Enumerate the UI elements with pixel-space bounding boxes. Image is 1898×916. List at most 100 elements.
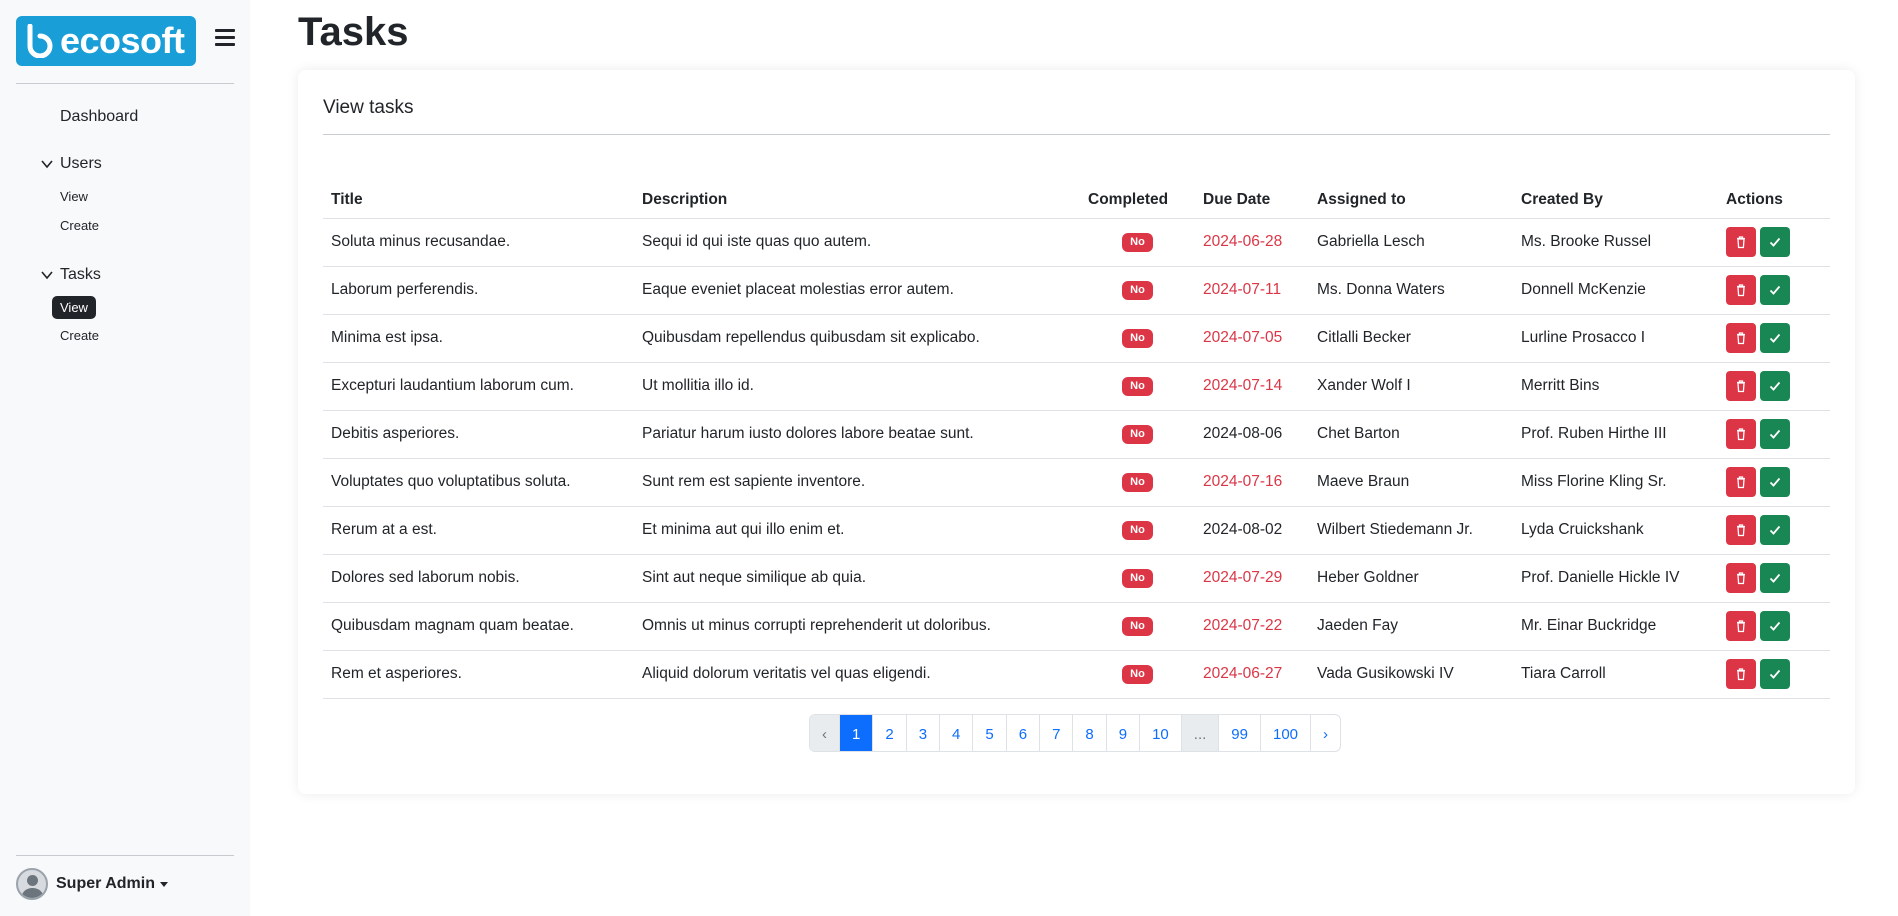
check-icon <box>1768 379 1782 393</box>
logo-mark-icon <box>27 24 53 58</box>
table-row: Soluta minus recusandae. Sequi id qui ist… <box>323 218 1830 267</box>
check-icon <box>1768 475 1782 489</box>
complete-button[interactable] <box>1760 227 1790 257</box>
delete-button[interactable] <box>1726 275 1756 305</box>
complete-button[interactable] <box>1760 515 1790 545</box>
table-row: Minima est ipsa. Quibusdam repellendus qu… <box>323 314 1830 363</box>
pagination-page-99[interactable]: 99 <box>1218 715 1260 751</box>
complete-button[interactable] <box>1760 563 1790 593</box>
tasks-card: View tasks Title Description Completed D… <box>298 70 1855 794</box>
pagination-page-9[interactable]: 9 <box>1105 715 1139 751</box>
cell-due-date: 2024-06-27 <box>1195 650 1309 699</box>
sidebar-group-users[interactable]: Users <box>40 155 102 173</box>
logo: ecosoft <box>16 16 196 66</box>
delete-button[interactable] <box>1726 371 1756 401</box>
cell-actions <box>1718 650 1830 699</box>
user-menu[interactable]: Super Admin <box>16 868 168 900</box>
cell-description: Ut mollitia illo id. <box>634 362 1080 411</box>
cell-due-date: 2024-07-22 <box>1195 602 1309 651</box>
delete-button[interactable] <box>1726 563 1756 593</box>
table-row: Voluptates quo voluptatibus soluta. Sunt … <box>323 458 1830 507</box>
delete-button[interactable] <box>1726 467 1756 497</box>
sidebar-item-dashboard[interactable]: Dashboard <box>60 108 138 126</box>
cell-description: Aliquid dolorum veritatis vel quas elige… <box>634 650 1080 699</box>
complete-button[interactable] <box>1760 419 1790 449</box>
status-badge: No <box>1122 521 1153 540</box>
cell-description: Eaque eveniet placeat molestias error au… <box>634 266 1080 315</box>
cell-actions <box>1718 458 1830 507</box>
trash-icon <box>1734 523 1748 537</box>
cell-description: Omnis ut minus corrupti reprehenderit ut… <box>634 602 1080 651</box>
sidebar-group-label: Tasks <box>60 266 101 283</box>
delete-button[interactable] <box>1726 611 1756 641</box>
table-row: Dolores sed laborum nobis. Sint aut neque… <box>323 554 1830 603</box>
cell-completed: No <box>1080 554 1195 603</box>
complete-button[interactable] <box>1760 371 1790 401</box>
table-row: Laborum perferendis. Eaque eveniet placea… <box>323 266 1830 315</box>
cell-completed: No <box>1080 650 1195 699</box>
cell-created-by: Lurline Prosacco I <box>1513 314 1718 363</box>
complete-button[interactable] <box>1760 467 1790 497</box>
sidebar-group-tasks[interactable]: Tasks <box>40 266 101 284</box>
check-icon <box>1768 619 1782 633</box>
cell-due-date: 2024-07-29 <box>1195 554 1309 603</box>
cell-title: Rem et asperiores. <box>323 650 634 699</box>
cell-title: Soluta minus recusandae. <box>323 218 634 267</box>
tasks-table: Title Description Completed Due Date Ass… <box>323 182 1830 699</box>
sidebar-item-tasks-view[interactable]: View <box>52 296 96 319</box>
pagination-page-2[interactable]: 2 <box>872 715 905 751</box>
pagination-page-1[interactable]: 1 <box>839 715 873 751</box>
cell-assigned-to: Citlalli Becker <box>1309 314 1513 363</box>
cell-completed: No <box>1080 410 1195 459</box>
delete-button[interactable] <box>1726 323 1756 353</box>
caret-down-icon <box>159 881 168 887</box>
complete-button[interactable] <box>1760 323 1790 353</box>
complete-button[interactable] <box>1760 611 1790 641</box>
cell-created-by: Mr. Einar Buckridge <box>1513 602 1718 651</box>
pagination-page-3[interactable]: 3 <box>905 715 939 751</box>
status-badge: No <box>1122 665 1153 684</box>
cell-created-by: Miss Florine Kling Sr. <box>1513 458 1718 507</box>
pagination-page-7[interactable]: 7 <box>1039 715 1072 751</box>
complete-button[interactable] <box>1760 659 1790 689</box>
cell-completed: No <box>1080 266 1195 315</box>
pagination-page-10[interactable]: 10 <box>1139 715 1181 751</box>
hamburger-icon[interactable] <box>215 29 235 47</box>
pagination-ellipsis: ... <box>1180 715 1219 751</box>
sidebar: ecosoft Dashboard Users View Create Task… <box>0 0 250 916</box>
sidebar-item-users-create[interactable]: Create <box>60 218 99 233</box>
trash-icon <box>1734 331 1748 345</box>
trash-icon <box>1734 283 1748 297</box>
delete-button[interactable] <box>1726 515 1756 545</box>
cell-description: Sunt rem est sapiente inventore. <box>634 458 1080 507</box>
pagination-next[interactable]: › <box>1310 715 1340 751</box>
sidebar-divider <box>16 83 234 84</box>
complete-button[interactable] <box>1760 275 1790 305</box>
status-badge: No <box>1122 377 1153 396</box>
sidebar-item-users-view[interactable]: View <box>60 189 88 204</box>
cell-description: Sequi id qui iste quas quo autem. <box>634 218 1080 267</box>
sidebar-group-label: Users <box>60 155 102 172</box>
pagination-page-100[interactable]: 100 <box>1259 715 1310 751</box>
cell-description: Quibusdam repellendus quibusdam sit expl… <box>634 314 1080 363</box>
table-row: Quibusdam magnam quam beatae. Omnis ut mi… <box>323 602 1830 651</box>
pagination-page-4[interactable]: 4 <box>939 715 972 751</box>
pagination-page-6[interactable]: 6 <box>1005 715 1039 751</box>
cell-assigned-to: Ms. Donna Waters <box>1309 266 1513 315</box>
check-icon <box>1768 331 1782 345</box>
cell-completed: No <box>1080 218 1195 267</box>
check-icon <box>1768 523 1782 537</box>
pagination-page-5[interactable]: 5 <box>972 715 1005 751</box>
column-header-assigned-to: Assigned to <box>1309 182 1513 219</box>
cell-assigned-to: Vada Gusikowski IV <box>1309 650 1513 699</box>
brand-logo[interactable]: ecosoft <box>16 16 196 66</box>
delete-button[interactable] <box>1726 227 1756 257</box>
cell-due-date: 2024-08-06 <box>1195 410 1309 459</box>
delete-button[interactable] <box>1726 659 1756 689</box>
sidebar-item-tasks-create[interactable]: Create <box>60 328 99 343</box>
table-row: Excepturi laudantium laborum cum. Ut moll… <box>323 362 1830 411</box>
column-header-actions: Actions <box>1718 182 1830 219</box>
delete-button[interactable] <box>1726 419 1756 449</box>
status-badge: No <box>1122 425 1153 444</box>
pagination-page-8[interactable]: 8 <box>1072 715 1105 751</box>
